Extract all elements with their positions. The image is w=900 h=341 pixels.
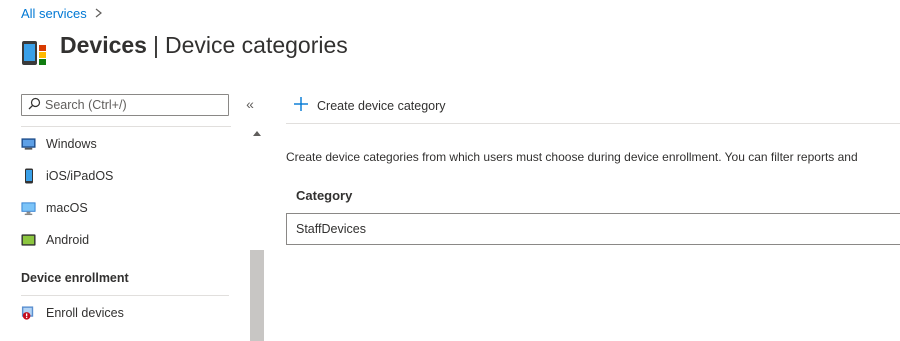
sidebar-item-label: Enroll devices: [46, 306, 124, 320]
search-placeholder: Search (Ctrl+/): [45, 98, 127, 112]
devices-icon: [21, 38, 49, 68]
page-title-separator: |: [152, 32, 159, 58]
scroll-up-arrow-icon[interactable]: [250, 127, 264, 141]
page-title-rest: Device categories: [164, 32, 348, 58]
column-header-category: Category: [296, 188, 353, 203]
plus-icon: [293, 96, 309, 116]
page-title: Devices | Device categories: [60, 32, 348, 59]
search-input[interactable]: Search (Ctrl+/): [21, 94, 229, 116]
description-text: Create device categories from which user…: [286, 150, 858, 164]
divider: [286, 123, 900, 124]
breadcrumb-separator-icon: [95, 7, 102, 21]
page-title-bold: Devices: [60, 32, 147, 58]
create-device-category-button[interactable]: Create device category: [293, 95, 446, 117]
divider: [21, 126, 231, 127]
table-row[interactable]: StaffDevices: [286, 213, 900, 245]
section-title-device-enrollment: Device enrollment: [21, 271, 129, 285]
breadcrumb: All services: [21, 6, 102, 21]
sidebar-item-label: iOS/iPadOS: [46, 169, 114, 183]
android-device-icon: [21, 233, 36, 248]
create-button-label: Create device category: [317, 99, 446, 113]
search-icon: [28, 97, 41, 113]
sidebar-item-ios-ipados[interactable]: iOS/iPadOS: [21, 164, 113, 188]
sidebar-item-label: macOS: [46, 201, 88, 215]
sidebar-item-enroll-devices[interactable]: Enroll devices: [21, 301, 124, 325]
macos-device-icon: [21, 201, 36, 216]
ios-device-icon: [21, 168, 36, 184]
sidebar-item-label: Windows: [46, 137, 97, 151]
sidebar-item-android[interactable]: Android: [21, 228, 89, 252]
scrollbar-thumb[interactable]: [250, 250, 264, 341]
sidebar-item-macos[interactable]: macOS: [21, 196, 88, 220]
table-cell-category: StaffDevices: [296, 222, 366, 236]
sidebar-item-label: Android: [46, 233, 90, 247]
divider: [21, 295, 229, 296]
collapse-sidebar-button[interactable]: «: [243, 96, 257, 112]
breadcrumb-all-services-link[interactable]: All services: [21, 6, 87, 21]
enroll-devices-icon: [21, 306, 36, 321]
windows-device-icon: [21, 137, 36, 152]
sidebar-item-windows[interactable]: Windows: [21, 132, 97, 156]
